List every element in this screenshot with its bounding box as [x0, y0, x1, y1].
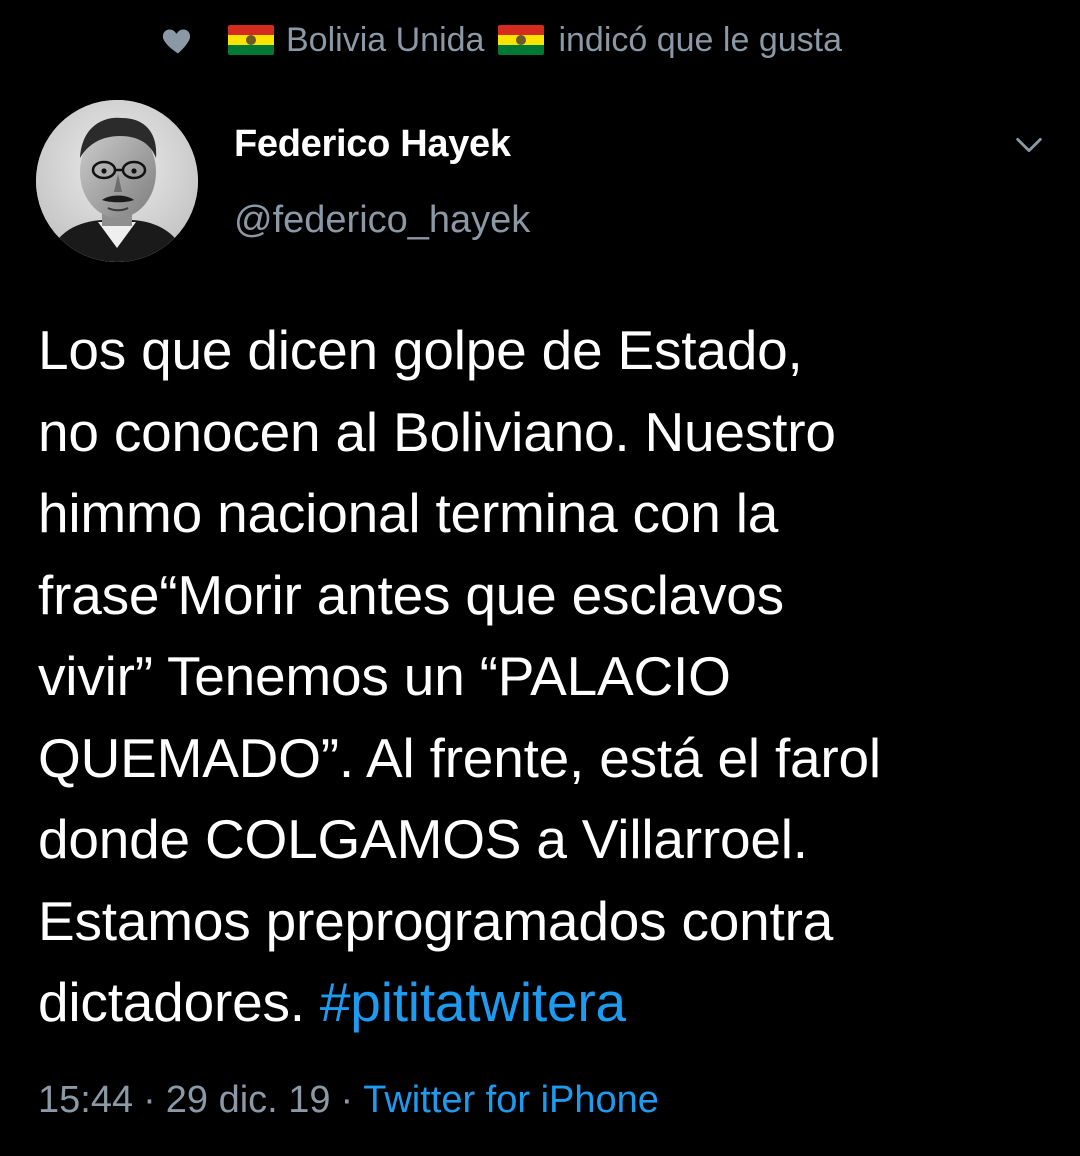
avatar[interactable] — [36, 100, 198, 262]
tweet-meta: 15:44 · 29 dic. 19 · Twitter for iPhone — [38, 1074, 659, 1126]
tweet-text-line: himmo nacional termina con la — [38, 482, 779, 544]
tweet-text-line: no conocen al Boliviano. Nuestro — [38, 400, 836, 463]
tweet-text-line: donde COLGAMOS a Villarroel. — [38, 808, 808, 870]
tweet-time: 15:44 — [38, 1078, 134, 1121]
tweet-source-link[interactable]: Twitter for iPhone — [363, 1079, 659, 1122]
social-context: Bolivia Unida indicó que le gusta — [160, 14, 842, 66]
tweet-text-fragment: dictadores. — [38, 971, 320, 1033]
user-handle[interactable]: @federico_hayek — [234, 194, 530, 246]
bolivia-flag-icon — [498, 25, 545, 55]
user-info[interactable]: Federico Hayek @federico_hayek — [234, 118, 530, 246]
heart-icon — [162, 29, 191, 54]
bolivia-flag-icon — [228, 25, 274, 55]
tweet-text-line: Los que dicen golpe de Estado, — [38, 319, 803, 381]
tweet-text-line: Estamos preprogramados contra — [38, 889, 834, 952]
tweet-text-last-line: dictadores. #pititatwitera — [38, 962, 1058, 1044]
hashtag-link[interactable]: #pititatwitera — [320, 971, 626, 1033]
display-name[interactable]: Federico Hayek — [234, 118, 530, 170]
meta-separator: · — [340, 1078, 354, 1121]
tweet-text: Los que dicen golpe de Estado, no conoce… — [38, 310, 1058, 1044]
chevron-down-icon[interactable] — [1012, 128, 1046, 162]
tweet-text-line: vivir” Tenemos un “PALACIO — [38, 645, 731, 707]
tweet-date: 29 dic. 19 — [165, 1078, 331, 1121]
tweet-text-line: frase“Morir antes que esclavos — [38, 563, 784, 626]
liker-name[interactable]: Bolivia Unida — [286, 21, 484, 60]
tweet-text-line: QUEMADO”. Al frente, está el farol — [38, 726, 881, 789]
like-action-text: indicó que le gusta — [558, 20, 842, 59]
meta-separator: · — [143, 1078, 156, 1121]
avatar-photo — [36, 100, 198, 262]
